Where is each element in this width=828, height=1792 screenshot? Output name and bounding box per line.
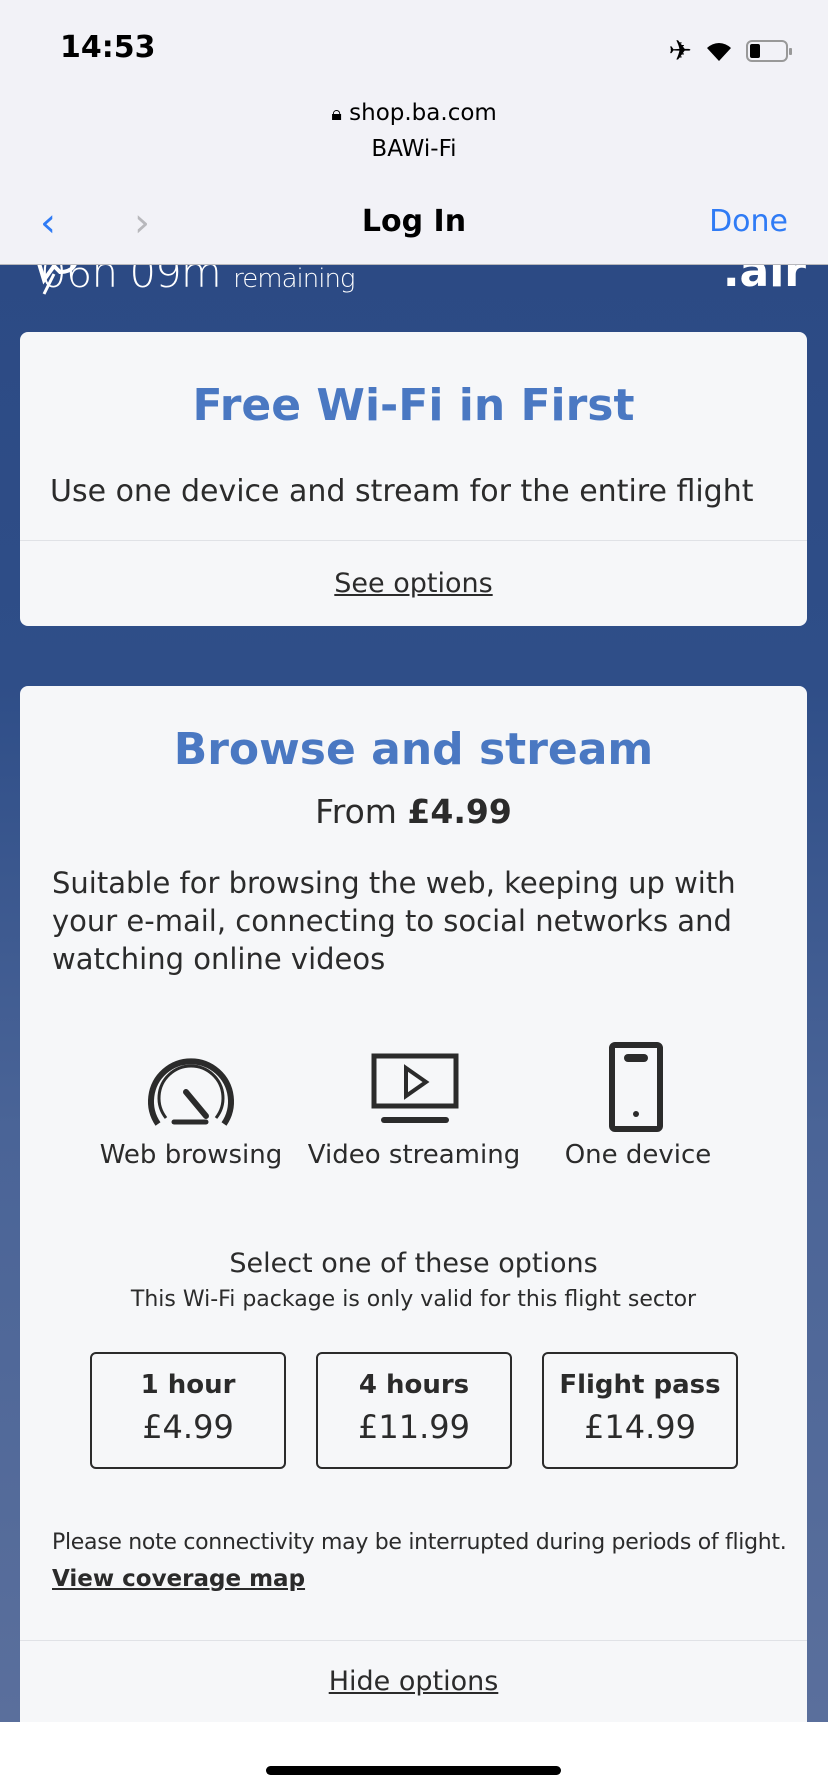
card-description: Use one device and stream for the entire… — [50, 474, 754, 509]
option-flight-pass[interactable]: Flight pass £14.99 — [542, 1352, 738, 1469]
option-name: 1 hour — [140, 1370, 236, 1400]
option-price: £4.99 — [142, 1408, 234, 1446]
home-indicator[interactable] — [266, 1766, 561, 1775]
wifi-icon — [707, 42, 731, 61]
battery-icon — [746, 39, 792, 62]
done-button[interactable]: Done — [709, 204, 788, 239]
divider — [20, 1640, 807, 1641]
option-price: £14.99 — [584, 1408, 696, 1446]
first-class-card: Free Wi-Fi in First Use one device and s… — [20, 332, 807, 626]
divider — [20, 540, 807, 541]
option-price: £11.99 — [358, 1408, 470, 1446]
see-options-link[interactable]: See options — [20, 568, 807, 599]
option-4-hours[interactable]: 4 hours £11.99 — [316, 1352, 512, 1469]
connectivity-note: Please note connectivity may be interrup… — [52, 1530, 787, 1555]
speedometer-icon — [146, 1048, 236, 1134]
browse-stream-card: Browse and stream From £4.99 Suitable fo… — [20, 686, 807, 1722]
card-title: Browse and stream — [173, 724, 654, 775]
page-title: Log In — [361, 204, 467, 239]
lock-icon: 🔒︎ — [331, 101, 342, 125]
phone-icon — [608, 1042, 664, 1136]
price-from: From £4.99 — [315, 792, 512, 831]
select-title: Select one of these options — [229, 1248, 598, 1279]
hide-options-link[interactable]: Hide options — [20, 1666, 807, 1697]
card-title: Free Wi-Fi in First — [192, 380, 635, 431]
select-note: This Wi-Fi package is only valid for thi… — [130, 1287, 697, 1312]
option-name: 4 hours — [358, 1370, 470, 1400]
airplane-icon: ✈ — [668, 34, 692, 67]
browser-header: 14:53 ✈ 🔒︎ shop.ba.com BAWi-Fi ‹ › Log I… — [0, 0, 828, 265]
site-subtitle: BAWi-Fi — [371, 136, 457, 162]
status-icons: ✈ — [669, 34, 794, 67]
status-time: 14:53 — [60, 30, 156, 65]
video-screen-icon — [370, 1052, 460, 1128]
option-1-hour[interactable]: 1 hour £4.99 — [90, 1352, 286, 1469]
url-bar[interactable]: 🔒︎ shop.ba.com — [0, 100, 828, 126]
card-description: Suitable for browsing the web, keeping u… — [52, 866, 736, 976]
coverage-map-link[interactable]: View coverage map — [52, 1566, 305, 1592]
option-name: Flight pass — [559, 1370, 721, 1400]
feature-video-streaming: Video streaming — [307, 1140, 521, 1170]
feature-one-device: One device — [564, 1140, 712, 1170]
feature-web-browsing: Web browsing — [99, 1140, 283, 1170]
